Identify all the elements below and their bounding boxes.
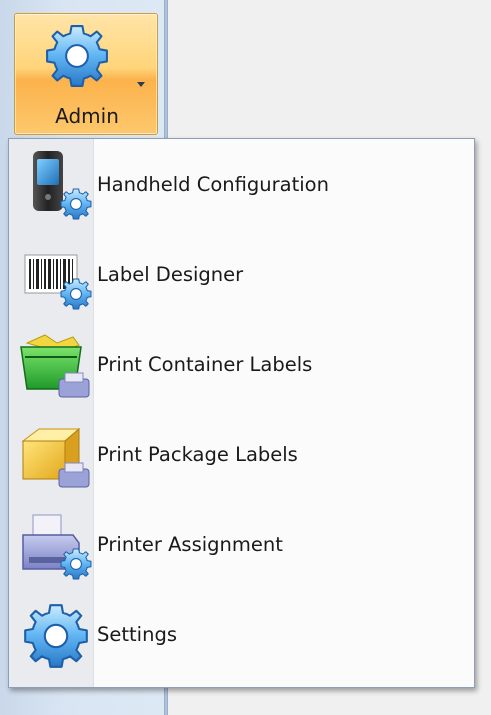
printer-gear-icon <box>22 514 92 580</box>
menu-item-settings[interactable]: Settings <box>9 591 474 679</box>
yellow-package-printer-icon <box>21 427 90 488</box>
admin-button-label: Admin <box>55 104 119 128</box>
barcode-gear-icon <box>24 254 92 310</box>
menu-item-label-designer[interactable]: Label Designer <box>9 231 474 319</box>
gear-icon <box>46 25 108 87</box>
admin-dropdown-menu: Handheld Configuration Label Designer Pr… <box>8 138 475 688</box>
gear-icon <box>24 604 88 668</box>
menu-item-label: Printer Assignment <box>97 533 283 556</box>
handheld-gear-icon <box>33 151 92 220</box>
menu-item-handheld-configuration[interactable]: Handheld Configuration <box>9 141 474 229</box>
menu-item-label: Settings <box>97 623 177 646</box>
admin-button[interactable]: Admin <box>14 13 158 135</box>
menu-item-label: Print Package Labels <box>97 443 298 466</box>
menu-item-label: Print Container Labels <box>97 353 313 376</box>
chevron-down-icon[interactable] <box>137 82 145 87</box>
menu-item-print-package-labels[interactable]: Print Package Labels <box>9 411 474 499</box>
menu-item-print-container-labels[interactable]: Print Container Labels <box>9 321 474 409</box>
menu-item-label: Label Designer <box>97 263 244 286</box>
menu-item-label: Handheld Configuration <box>97 173 329 196</box>
menu-item-printer-assignment[interactable]: Printer Assignment <box>9 501 474 589</box>
green-container-printer-icon <box>20 334 90 398</box>
